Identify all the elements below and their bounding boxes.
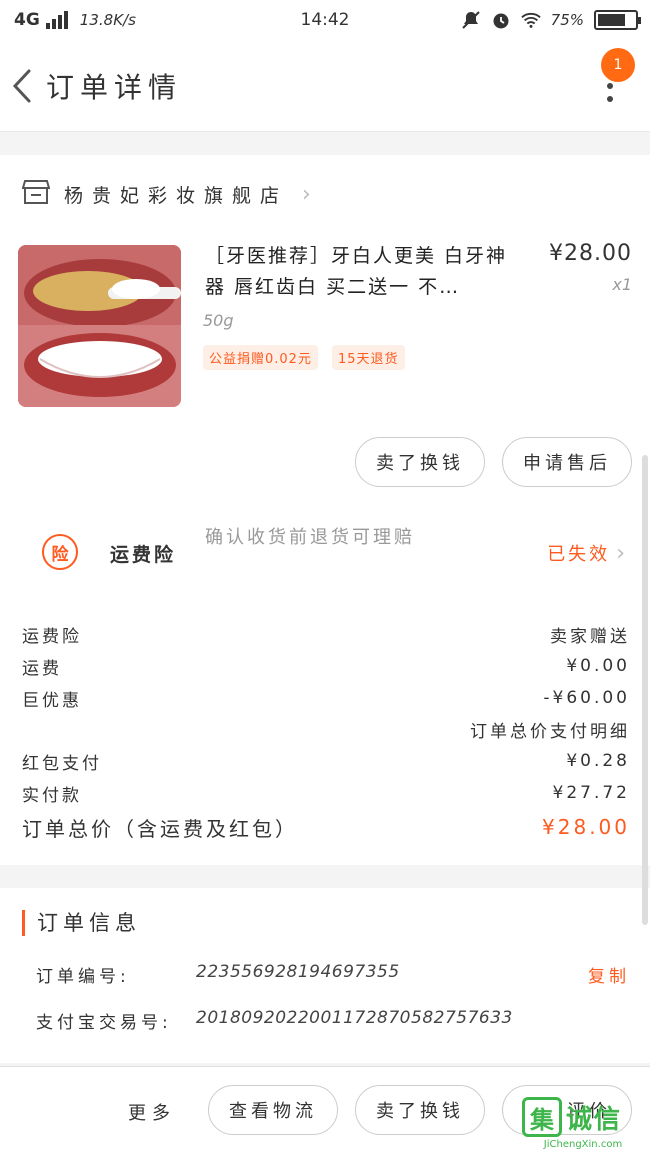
summary-label: 运费	[22, 658, 62, 679]
summary-value: 卖家赠送	[550, 626, 630, 647]
alarm-icon	[491, 10, 511, 30]
view-logistics-button[interactable]: 查看物流	[208, 1085, 338, 1135]
summary-label: 实付款	[22, 785, 82, 806]
status-bar: 4G 13.8K/s 14:42 75%	[0, 0, 650, 42]
chevron-right-icon: ›	[616, 541, 628, 566]
insurance-description: 确认收货前退货可理赔	[205, 527, 415, 548]
insurance-status-text: 已失效	[547, 544, 611, 565]
summary-row: 巨优惠 -¥60.00	[22, 684, 630, 712]
battery-percent: 75%	[550, 11, 584, 29]
alipay-number-label: 支付宝交易号:	[36, 1013, 172, 1033]
more-actions-button[interactable]: 更多	[128, 1099, 176, 1125]
summary-value: ¥0.00	[566, 656, 630, 676]
charity-tag: 公益捐赠0.02元	[203, 345, 318, 370]
sell-swap-button[interactable]: 卖了换钱	[355, 437, 485, 487]
order-info-title: 订单信息	[22, 910, 141, 936]
wifi-icon	[520, 10, 541, 30]
after-sale-button[interactable]: 申请售后	[502, 437, 632, 487]
shipping-insurance-row[interactable]: 险 运费险 确认收货前退货可理赔 已失效 ›	[0, 520, 650, 580]
summary-label: 巨优惠	[22, 690, 82, 711]
product-quantity: x1	[612, 275, 632, 294]
product-spec: 50g	[203, 311, 234, 330]
alipay-number-row: 支付宝交易号: 2018092022001172870582757633	[36, 1008, 630, 1034]
order-total-row: 订单总价（含运费及红包） ¥28.00	[22, 813, 630, 841]
watermark-logo: 集 诚信 JiChengXin.com	[522, 1097, 644, 1151]
back-button[interactable]	[8, 66, 36, 106]
order-total-label: 订单总价（含运费及红包）	[22, 816, 298, 841]
order-number-label: 订单编号:	[36, 967, 130, 987]
shop-name: 杨贵妃彩妆旗舰店	[64, 184, 289, 207]
return-policy-tag: 15天退货	[331, 345, 405, 370]
watermark-url: JiChengXin.com	[543, 1139, 623, 1150]
alipay-number-value: 2018092022001172870582757633	[196, 1008, 513, 1028]
chevron-left-icon	[12, 69, 31, 103]
order-card: 杨贵妃彩妆旗舰店 › ［牙医推荐］牙白人更美 白牙神器 唇红齿白 买二送一 不……	[0, 155, 650, 865]
mute-icon	[461, 10, 481, 30]
product-image[interactable]	[18, 245, 181, 407]
scrollbar[interactable]	[642, 455, 648, 925]
sell-swap-button-bottom[interactable]: 卖了换钱	[355, 1085, 485, 1135]
summary-value: ¥27.72	[552, 783, 630, 803]
copy-button[interactable]: 复制	[588, 962, 630, 987]
summary-row: 运费险 卖家赠送	[22, 620, 630, 648]
summary-row: 红包支付 ¥0.28	[22, 747, 630, 775]
watermark-icon: 集	[522, 1097, 562, 1137]
insurance-label: 运费险	[110, 544, 177, 566]
product-tags: 公益捐赠0.02元 15天退货	[203, 345, 405, 370]
insurance-icon: 险	[42, 534, 78, 570]
chevron-right-icon: ›	[302, 181, 311, 207]
insurance-status: 已失效 ›	[547, 540, 628, 566]
watermark-text: 诚信	[566, 1105, 623, 1135]
summary-row: 实付款 ¥27.72	[22, 779, 630, 807]
shop-row[interactable]: 杨贵妃彩妆旗舰店 ›	[21, 179, 311, 209]
notification-badge: 1	[601, 48, 635, 82]
summary-label: 红包支付	[22, 753, 102, 774]
order-total-value: ¥28.00	[542, 815, 630, 839]
order-info-section: 订单信息 订单编号: 223556928194697355 复制 支付宝交易号:…	[0, 888, 650, 1063]
price-detail-link[interactable]: 订单总价支付明细	[470, 717, 630, 742]
page-title: 订单详情	[46, 71, 183, 104]
product-price: ¥28.00	[549, 241, 632, 266]
order-number-row: 订单编号: 223556928194697355 复制	[36, 962, 630, 988]
summary-value: ¥0.28	[566, 751, 630, 771]
navigation-header: 订单详情 1	[0, 42, 650, 132]
battery-icon	[594, 10, 641, 30]
summary-row: 运费 ¥0.00	[22, 652, 630, 680]
order-number-value: 223556928194697355	[196, 962, 400, 982]
store-icon	[21, 179, 51, 209]
summary-value: -¥60.00	[543, 688, 630, 708]
product-title[interactable]: ［牙医推荐］牙白人更美 白牙神器 唇红齿白 买二送一 不…	[205, 241, 525, 303]
summary-label: 运费险	[22, 626, 82, 647]
status-right: 75%	[461, 10, 641, 30]
battery-fill	[598, 14, 625, 26]
